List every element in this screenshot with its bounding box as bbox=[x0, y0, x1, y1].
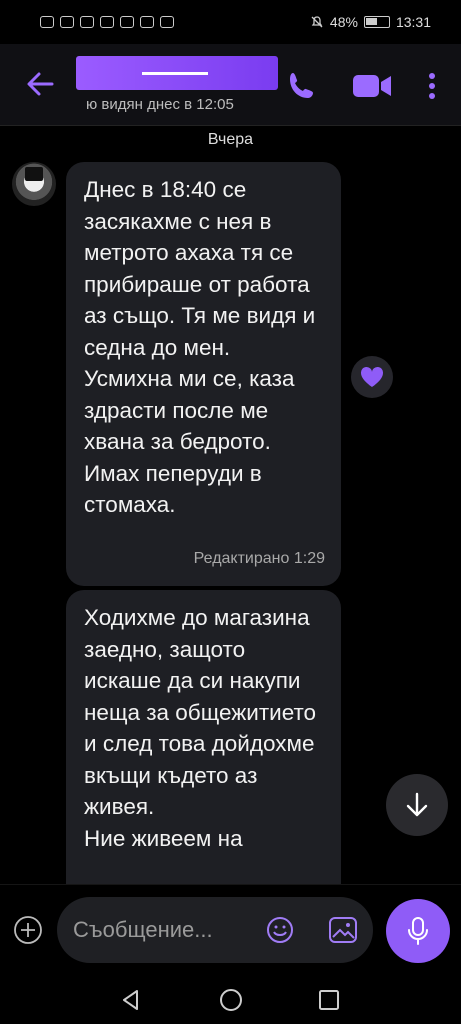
message-list[interactable]: Вчера Днес в 18:40 се засякахме с нея в … bbox=[0, 126, 461, 884]
wifi-icon bbox=[60, 16, 74, 28]
status-icons bbox=[40, 16, 174, 28]
instagram-icon bbox=[140, 16, 154, 28]
video-icon[interactable] bbox=[350, 68, 394, 104]
instagram-icon bbox=[100, 16, 114, 28]
status-bar: 48% 13:31 bbox=[0, 0, 461, 44]
message-time: 1:29 bbox=[293, 549, 325, 567]
mute-icon bbox=[311, 16, 323, 28]
battery-percent: 48% bbox=[329, 14, 358, 30]
battery-icon bbox=[363, 16, 390, 28]
nav-recents-icon[interactable] bbox=[316, 987, 342, 1013]
viber-icon bbox=[160, 16, 174, 28]
nav-back-icon[interactable] bbox=[118, 987, 144, 1013]
message-text: Днес в 18:40 се засякахме с нея в метрот… bbox=[84, 177, 316, 517]
message-bubble[interactable]: Днес в 18:40 се засякахме с нея в метрот… bbox=[66, 162, 341, 586]
more-vert-icon[interactable] bbox=[420, 68, 444, 104]
plus-icon[interactable] bbox=[13, 915, 43, 945]
system-nav-bar bbox=[0, 974, 461, 1024]
nav-home-icon[interactable] bbox=[218, 987, 244, 1013]
mic-button[interactable] bbox=[386, 899, 450, 963]
message-input-placeholder: Съобщение... bbox=[73, 917, 213, 942]
edited-label: Редактирано bbox=[193, 549, 290, 567]
sticker-icon[interactable] bbox=[327, 915, 359, 945]
phone-icon[interactable] bbox=[284, 68, 320, 104]
date-separator: Вчера bbox=[207, 131, 254, 148]
status-right: 48% 13:31 bbox=[310, 14, 431, 30]
message-input[interactable]: Съобщение... bbox=[57, 897, 373, 963]
message-composer: Съобщение... bbox=[0, 884, 461, 974]
last-seen-status: ю видян днес в 12:05 bbox=[86, 96, 234, 113]
contact-name-redacted[interactable] bbox=[76, 56, 278, 90]
mail-icon bbox=[80, 16, 94, 28]
back-arrow-icon[interactable] bbox=[22, 66, 58, 102]
reaction-badge[interactable] bbox=[351, 356, 393, 398]
instagram-icon bbox=[120, 16, 134, 28]
notification-icon bbox=[40, 16, 54, 28]
clock: 13:31 bbox=[395, 14, 431, 30]
heart-icon bbox=[360, 366, 384, 387]
chat-header: ю видян днес в 12:05 bbox=[0, 44, 461, 126]
emoji-icon[interactable] bbox=[265, 915, 295, 945]
mic-icon bbox=[408, 917, 428, 945]
arrow-down-icon bbox=[406, 792, 428, 817]
message-meta: Редактирано 1:29 bbox=[194, 543, 325, 575]
message-bubble[interactable]: Ходихме до магазина заедно, защото искаш… bbox=[66, 590, 341, 884]
scroll-down-button[interactable] bbox=[386, 774, 448, 836]
message-text: Ходихме до магазина заедно, защото искаш… bbox=[84, 605, 317, 851]
contact-avatar[interactable] bbox=[12, 162, 56, 206]
